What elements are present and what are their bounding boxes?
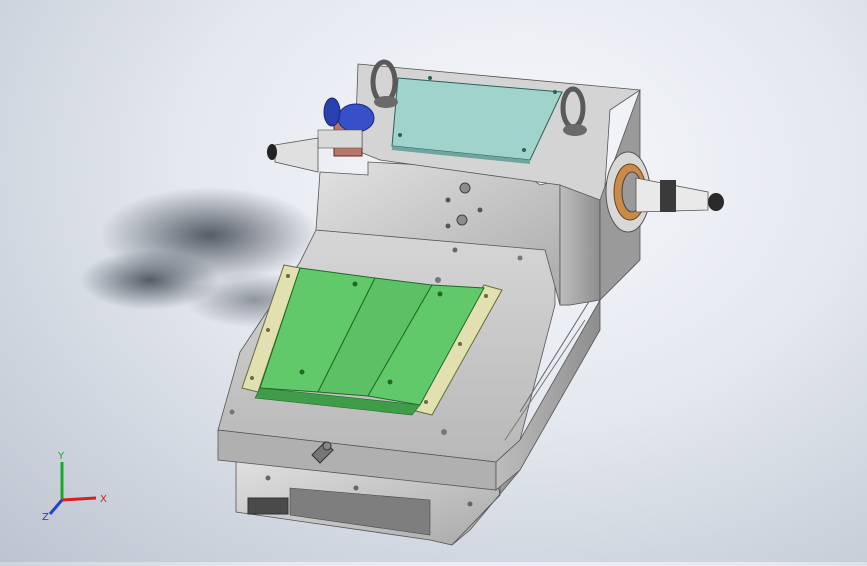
z-axis-label: Z (42, 512, 49, 523)
x-axis-arrow (61, 496, 97, 502)
right-spindle[interactable] (605, 151, 724, 233)
left-spindle[interactable] (267, 137, 319, 173)
machine-model[interactable] (0, 0, 867, 562)
coordinate-triad: Y X Z (30, 448, 120, 528)
x-axis-label: X (100, 494, 107, 505)
triad-graphic: Y X Z (42, 451, 107, 523)
cad-viewport[interactable] (0, 0, 867, 562)
y-axis-label: Y (57, 451, 65, 462)
